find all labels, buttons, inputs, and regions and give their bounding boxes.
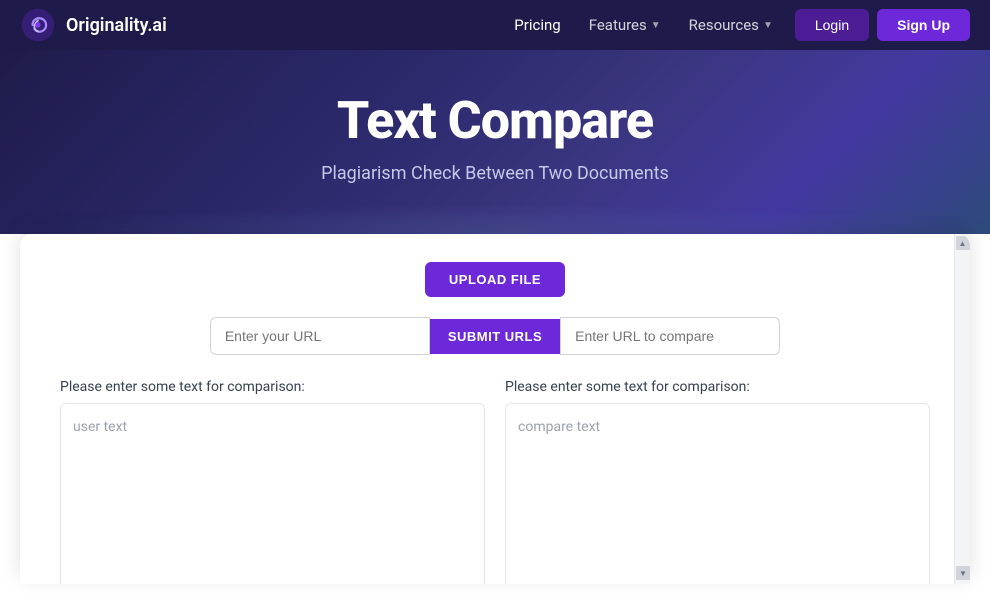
resources-chevron-icon: ▼ (763, 20, 773, 31)
scrollbar: ▲ ▼ (954, 234, 970, 584)
nav-resources[interactable]: Resources ▼ (679, 10, 783, 40)
submit-urls-button[interactable]: SUBMIT URLS (430, 319, 560, 354)
navbar: Originality.ai Pricing Features ▼ Resour… (0, 0, 990, 50)
main-content-panel: UPLOAD FILE SUBMIT URLS Please enter som… (20, 234, 970, 584)
right-text-area[interactable]: compare text (505, 403, 930, 584)
upload-file-button[interactable]: UPLOAD FILE (425, 262, 565, 297)
scroll-up-button[interactable]: ▲ (956, 236, 970, 250)
logo-icon (20, 7, 56, 43)
brand-name: Originality.ai (66, 15, 167, 36)
brand-logo[interactable]: Originality.ai (20, 7, 167, 43)
hero-section: Text Compare Plagiarism Check Between Tw… (0, 50, 990, 234)
url-row: SUBMIT URLS (60, 317, 930, 355)
right-panel-label: Please enter some text for comparison: (505, 379, 930, 395)
text-areas-row: Please enter some text for comparison: u… (60, 379, 930, 584)
right-text-placeholder: compare text (518, 419, 600, 435)
url-input-right[interactable] (560, 317, 780, 355)
hero-title: Text Compare (20, 90, 970, 151)
left-text-panel: Please enter some text for comparison: u… (60, 379, 485, 584)
nav-features[interactable]: Features ▼ (579, 10, 671, 40)
signup-button[interactable]: Sign Up (877, 9, 970, 41)
left-text-area[interactable]: user text (60, 403, 485, 584)
nav-pricing[interactable]: Pricing (504, 10, 570, 40)
left-panel-label: Please enter some text for comparison: (60, 379, 485, 395)
hero-subtitle: Plagiarism Check Between Two Documents (20, 163, 970, 184)
nav-links: Pricing Features ▼ Resources ▼ (504, 10, 783, 40)
features-chevron-icon: ▼ (651, 20, 661, 31)
login-button[interactable]: Login (795, 9, 869, 41)
right-text-panel: Please enter some text for comparison: c… (505, 379, 930, 584)
url-input-left[interactable] (210, 317, 430, 355)
scroll-down-button[interactable]: ▼ (956, 566, 970, 580)
left-text-placeholder: user text (73, 419, 127, 435)
upload-row: UPLOAD FILE (60, 262, 930, 297)
